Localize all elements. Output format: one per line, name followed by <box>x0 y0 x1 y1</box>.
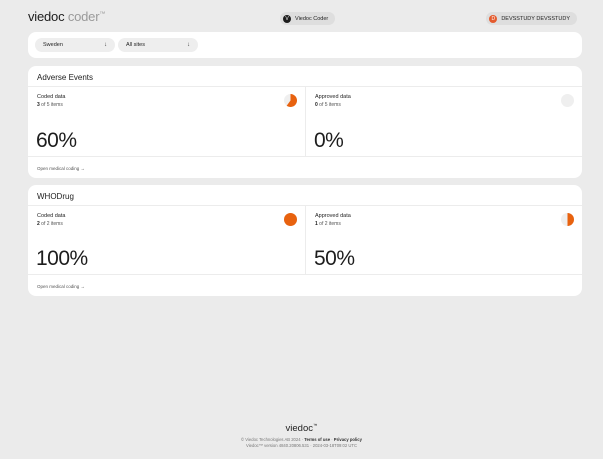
app-avatar: V <box>283 14 291 23</box>
metric-percent: 60% <box>36 129 77 152</box>
metric-label: Coded data <box>37 213 66 219</box>
arrow-down-icon: ↓ <box>187 42 190 48</box>
country-select-value: Sweden <box>43 42 63 48</box>
metric-count-number: 1 <box>315 221 318 227</box>
coded-data-metric: Coded data 3 of 5 items 60% <box>28 87 305 157</box>
metric-percent: 100% <box>36 247 88 270</box>
approved-data-metric: Approved data 0 of 5 items 0% <box>306 87 582 157</box>
copyright-text: © Viedoc Technologies AB 2024 <box>241 437 301 442</box>
footer-logo-trademark: ™ <box>312 423 318 428</box>
user-menu-button[interactable]: D DEVSSTUDY DEVSSTUDY <box>486 12 577 25</box>
pie-progress-icon <box>561 213 574 226</box>
app-name: Viedoc Coder <box>295 15 329 22</box>
footer-legal: © Viedoc Technologies AB 2024 · Terms of… <box>0 437 603 442</box>
privacy-policy-link[interactable]: Privacy policy <box>334 437 362 442</box>
section-whodrug: WHODrug Coded data 2 of 2 items 100% App… <box>28 185 582 296</box>
user-avatar: D <box>489 14 498 23</box>
approved-data-metric: Approved data 1 of 2 items 50% <box>306 206 582 275</box>
metric-count-number: 2 <box>37 221 40 227</box>
terms-of-use-link[interactable]: Terms of use <box>304 437 330 442</box>
coded-data-metric: Coded data 2 of 2 items 100% <box>28 206 305 275</box>
metric-label: Coded data <box>37 94 66 100</box>
divider <box>28 274 582 275</box>
metric-count: 0 of 5 items <box>315 102 341 108</box>
country-select[interactable]: Sweden ↓ <box>35 38 115 52</box>
pie-progress-icon <box>284 213 297 226</box>
metric-label: Approved data <box>315 94 351 100</box>
section-title: WHODrug <box>37 192 74 201</box>
metric-count: 2 of 2 items <box>37 221 63 227</box>
app-logo[interactable]: viedoc coder™ <box>28 9 105 24</box>
divider <box>28 156 582 157</box>
metric-percent: 0% <box>314 129 344 152</box>
footer-version: Viedoc™ version 4840.20806.531 · 2024-03… <box>246 443 357 448</box>
pie-fill <box>284 213 297 226</box>
metric-percent: 50% <box>314 247 355 270</box>
separator: · <box>331 437 333 442</box>
metric-count-number: 3 <box>37 102 40 108</box>
metric-count-number: 0 <box>315 102 318 108</box>
metric-count-total: of 2 items <box>319 221 341 227</box>
metric-count: 3 of 5 items <box>37 102 63 108</box>
user-name: DEVSSTUDY DEVSSTUDY <box>501 15 570 22</box>
open-medical-coding-link[interactable]: Open medical coding → <box>37 284 85 289</box>
pie-progress-icon <box>284 94 297 107</box>
pie-background <box>561 94 574 107</box>
metric-count: 1 of 2 items <box>315 221 341 227</box>
metric-count-total: of 5 items <box>41 102 63 108</box>
footer-logo-text: viedoc <box>285 423 313 435</box>
footer-logo: viedoc™ <box>0 423 603 434</box>
top-bar: viedoc coder™ V Viedoc Coder D DEVSSTUDY… <box>0 0 603 30</box>
metric-label: Approved data <box>315 213 351 219</box>
site-select-value: All sites <box>126 42 145 48</box>
section-title: Adverse Events <box>37 73 94 82</box>
pie-progress-icon <box>561 94 574 107</box>
app-switcher-button[interactable]: V Viedoc Coder <box>280 12 336 25</box>
arrow-down-icon: ↓ <box>104 42 107 48</box>
logo-brand: viedoc <box>28 9 65 24</box>
filter-bar: Sweden ↓ All sites ↓ <box>28 32 582 58</box>
section-adverse-events: Adverse Events Coded data 3 of 5 items 6… <box>28 66 582 178</box>
open-medical-coding-link[interactable]: Open medical coding → <box>37 166 85 171</box>
metric-count-total: of 5 items <box>319 102 341 108</box>
logo-trademark: ™ <box>99 11 106 18</box>
metric-count-total: of 2 items <box>41 221 63 227</box>
logo-product: coder <box>67 9 100 24</box>
pie-fill <box>567 213 574 226</box>
site-select[interactable]: All sites ↓ <box>118 38 198 52</box>
separator: · <box>301 437 304 442</box>
